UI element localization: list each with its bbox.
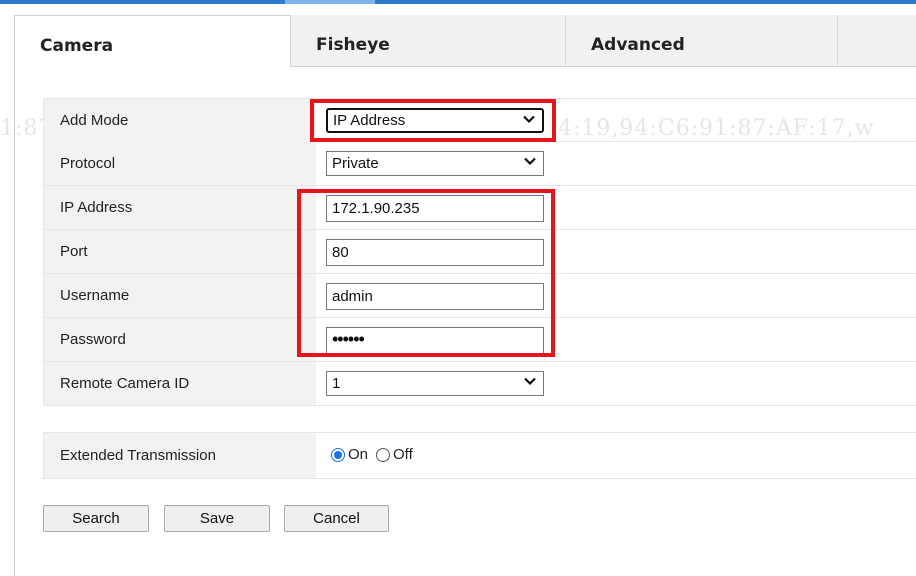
tab-bar: Camera Fisheye Advanced: [15, 15, 916, 67]
remote-camera-id-select[interactable]: 1: [326, 371, 544, 396]
extended-transmission-label: Extended Transmission: [43, 433, 316, 478]
form-row-protocol: Protocol Private: [43, 142, 916, 186]
extended-transmission-radio-group: On Off: [331, 446, 421, 463]
highlight-box-add-mode: [310, 99, 556, 142]
tab-fisheye[interactable]: Fisheye: [290, 15, 565, 67]
radio-on-label[interactable]: On: [348, 446, 368, 463]
top-accent-bar: [0, 0, 916, 4]
panel-left-border: [14, 15, 15, 576]
form-row-remote-camera-id: Remote Camera ID 1: [43, 362, 916, 406]
ip-address-label: IP Address: [43, 186, 316, 229]
tab-fisheye-label: Fisheye: [316, 35, 390, 55]
tab-camera[interactable]: Camera: [15, 15, 290, 67]
protocol-value: Private: [332, 155, 379, 172]
remote-camera-id-value: 1: [332, 375, 341, 392]
cancel-button[interactable]: Cancel: [284, 505, 389, 532]
highlight-box-credentials: [297, 189, 555, 357]
top-accent-bar-segment: [285, 0, 375, 4]
chevron-down-icon: [524, 377, 536, 386]
search-button[interactable]: Search: [43, 505, 149, 532]
form-row-extended-transmission: Extended Transmission On Off: [43, 432, 916, 479]
radio-off-label[interactable]: Off: [393, 446, 413, 463]
protocol-label: Protocol: [43, 142, 316, 185]
username-label: Username: [43, 274, 316, 317]
add-mode-label: Add Mode: [43, 99, 316, 142]
extended-transmission-form: Extended Transmission On Off: [43, 432, 916, 479]
chevron-down-icon: [524, 157, 536, 166]
save-button[interactable]: Save: [164, 505, 270, 532]
tab-advanced[interactable]: Advanced: [565, 15, 837, 67]
remote-camera-id-label: Remote Camera ID: [43, 362, 316, 405]
tab-overflow: [837, 15, 916, 67]
tab-advanced-label: Advanced: [591, 35, 685, 55]
password-label: Password: [43, 318, 316, 361]
port-label: Port: [43, 230, 316, 273]
tab-camera-label: Camera: [40, 36, 114, 56]
protocol-select[interactable]: Private: [326, 151, 544, 176]
radio-on[interactable]: [331, 447, 345, 462]
radio-off[interactable]: [376, 447, 391, 462]
